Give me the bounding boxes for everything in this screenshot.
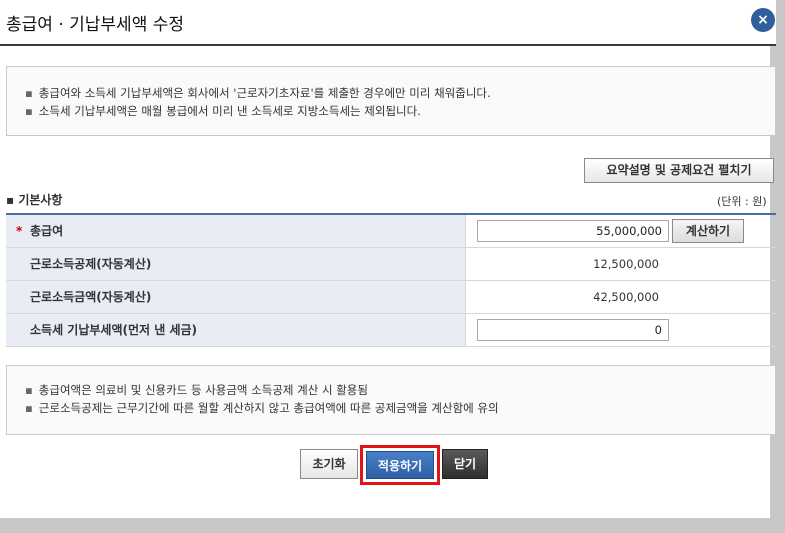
row-label: * 총급여 <box>6 215 466 247</box>
section-bullet-icon: ▪ <box>6 193 19 207</box>
notice-text: 근로소득공제는 근무기간에 따른 월할 계산하지 않고 총급여액에 따른 공제금… <box>38 401 499 415</box>
notice-line: ▪ 총급여와 소득세 기납부세액은 회사에서 '근로자기초자료'를 제출한 경우에… <box>25 85 491 101</box>
row-value-cell: 42,500,000 <box>467 281 776 313</box>
bottom-button-bar: 초기화 적용하기 닫기 <box>0 445 776 485</box>
row-value-cell: 12,500,000 <box>467 248 776 280</box>
row-value-cell: 55,000,000 계산하기 <box>467 215 776 247</box>
unit-label: (단위 : 원) <box>717 195 767 208</box>
row-value-cell: 0 <box>467 314 776 346</box>
notice-text: 소득세 기납부세액은 매월 봉급에서 미리 낸 소득세로 지방소득세는 제외됩니… <box>38 104 421 118</box>
close-button[interactable]: 닫기 <box>442 449 488 479</box>
notice-line: ▪ 근로소득공제는 근무기간에 따른 월할 계산하지 않고 총급여액에 따른 공제… <box>25 400 499 416</box>
label-text: 총급여 <box>30 224 64 238</box>
dialog: 총급여 · 기납부세액 수정 × ▪ 총급여와 소득세 기납부세액은 회사에서 '… <box>0 0 776 518</box>
label-text: 근로소득금액(자동계산) <box>30 290 152 304</box>
row-label: 근로소득금액(자동계산) <box>6 281 466 313</box>
dialog-title: 총급여 · 기납부세액 수정 <box>6 15 185 35</box>
required-mark: * <box>16 224 23 238</box>
bullet-icon: ▪ <box>25 86 33 100</box>
bullet-icon: ▪ <box>25 383 33 397</box>
earned-income-amount-value: 42,500,000 <box>593 290 659 304</box>
close-icon[interactable]: × <box>751 8 775 32</box>
row-total-salary: * 총급여 55,000,000 계산하기 <box>6 215 776 248</box>
title-bar: 총급여 · 기납부세액 수정 × <box>0 0 776 46</box>
bullet-icon: ▪ <box>25 401 33 415</box>
section-title-text: 기본사항 <box>18 193 63 207</box>
calculate-button[interactable]: 계산하기 <box>672 219 744 243</box>
label-text: 소득세 기납부세액(먼저 낸 세금) <box>30 323 198 337</box>
basic-info-table: * 총급여 55,000,000 계산하기 근로소득공제(자동계산) 12,500… <box>6 213 776 347</box>
label-text: 근로소득공제(자동계산) <box>30 257 152 271</box>
reset-button[interactable]: 초기화 <box>300 449 358 479</box>
notice-text: 총급여와 소득세 기납부세액은 회사에서 '근로자기초자료'를 제출한 경우에만… <box>38 86 491 100</box>
bullet-icon: ▪ <box>25 104 33 118</box>
notice-box-bottom: ▪ 총급여액은 의료비 및 신용카드 등 사용금액 소득공제 계산 시 활용됨 ▪… <box>6 365 776 435</box>
expand-summary-button[interactable]: 요약설명 및 공제요건 펼치기 <box>584 158 774 183</box>
row-prepaid-tax: 소득세 기납부세액(먼저 낸 세금) 0 <box>6 314 776 347</box>
notice-text: 총급여액은 의료비 및 신용카드 등 사용금액 소득공제 계산 시 활용됨 <box>38 383 368 397</box>
apply-button[interactable]: 적용하기 <box>366 451 434 479</box>
notice-line: ▪ 소득세 기납부세액은 매월 봉급에서 미리 낸 소득세로 지방소득세는 제외됩… <box>25 103 421 119</box>
notice-line: ▪ 총급여액은 의료비 및 신용카드 등 사용금액 소득공제 계산 시 활용됨 <box>25 382 368 398</box>
total-salary-input[interactable]: 55,000,000 <box>477 220 669 242</box>
prepaid-tax-input[interactable]: 0 <box>477 319 669 341</box>
row-label: 근로소득공제(자동계산) <box>6 248 466 280</box>
earned-income-deduction-value: 12,500,000 <box>593 257 659 271</box>
row-label: 소득세 기납부세액(먼저 낸 세금) <box>6 314 466 346</box>
apply-button-highlight: 적용하기 <box>360 445 440 485</box>
section-title: ▪ 기본사항 <box>6 191 62 208</box>
row-earned-income-deduction: 근로소득공제(자동계산) 12,500,000 <box>6 248 776 281</box>
notice-box-top: ▪ 총급여와 소득세 기납부세액은 회사에서 '근로자기초자료'를 제출한 경우에… <box>6 66 776 136</box>
row-earned-income-amount: 근로소득금액(자동계산) 42,500,000 <box>6 281 776 314</box>
